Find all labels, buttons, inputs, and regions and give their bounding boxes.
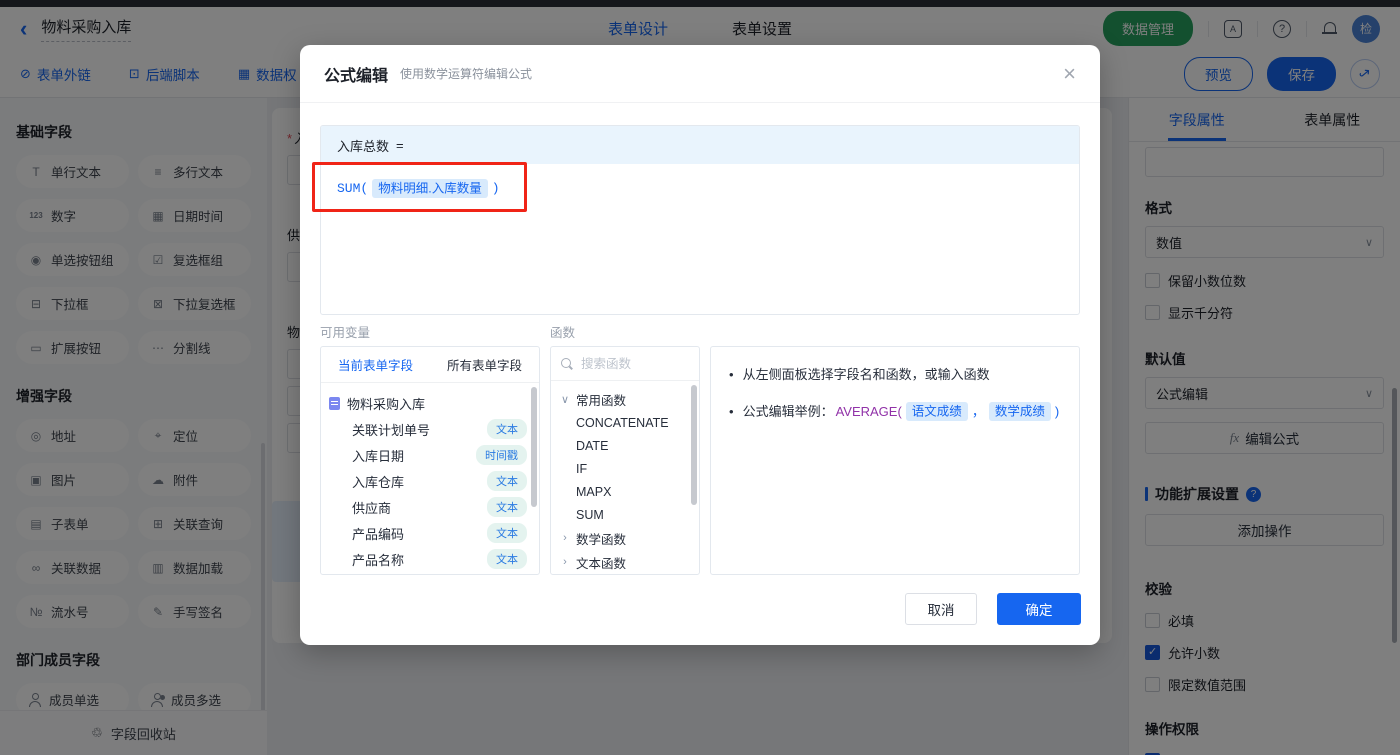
chevron-right-icon: › — [563, 556, 567, 568]
variable-row[interactable]: 关联计划单号 文本 — [329, 416, 531, 442]
bullet: • — [729, 403, 734, 419]
variables-scrollbar[interactable] — [531, 387, 537, 507]
modal-header: 公式编辑 使用数学运算符编辑公式 × — [300, 45, 1100, 103]
type-badge: 文本 — [487, 549, 527, 569]
modal-footer: 取消 确定 — [905, 593, 1081, 625]
variable-row[interactable]: 入库日期 时间戳 — [329, 442, 531, 468]
variables-tree: 物料采购入库 关联计划单号 文本 入库日期 时间戳 入库仓库 文本 供应商 文本 产品编… — [321, 383, 539, 574]
tab-all-form-fields[interactable]: 所有表单字段 — [430, 347, 539, 382]
tab-current-form-fields[interactable]: 当前表单字段 — [321, 347, 430, 382]
variable-row[interactable]: 产品编码 文本 — [329, 520, 531, 546]
modal-subtitle: 使用数学运算符编辑公式 — [400, 67, 533, 81]
cancel-button[interactable]: 取消 — [905, 593, 977, 625]
function-item[interactable]: IF — [560, 457, 690, 480]
formula-tips-panel: • 从左侧面板选择字段名和函数，或输入函数 • 公式编辑举例： AVERAGE(语文… — [710, 346, 1080, 575]
example-close-paren: ) — [1054, 403, 1060, 419]
type-badge: 文本 — [487, 471, 527, 491]
bullet: • — [729, 367, 734, 382]
variables-panel: 当前表单字段 所有表单字段 物料采购入库 关联计划单号 文本 入库日期 时间戳 入库… — [320, 346, 540, 575]
app-window: ‹ 物料采购入库 表单设计 表单设置 数据管理 A ? 检 ⊘表单外链 ⊡后端脚… — [0, 0, 1400, 755]
function-item[interactable]: MAPX — [560, 480, 690, 503]
formula-target-field: 入库总数 — [337, 138, 390, 154]
formula-editor: 入库总数 = SUM(物料明细.入库数量) — [320, 125, 1080, 315]
example-comma: ， — [971, 403, 985, 419]
type-badge: 文本 — [487, 497, 527, 517]
function-item[interactable]: CONCATENATE — [560, 411, 690, 434]
function-group-text[interactable]: › 文本函数 — [560, 550, 690, 574]
tree-root-form[interactable]: 物料采购入库 — [329, 390, 531, 416]
type-badge: 文本 — [487, 523, 527, 543]
modal-title: 公式编辑 — [324, 67, 389, 85]
confirm-button[interactable]: 确定 — [997, 593, 1081, 625]
function-group-math[interactable]: › 数学函数 — [560, 526, 690, 550]
variables-tabs: 当前表单字段 所有表单字段 — [321, 347, 539, 383]
tip-line: • 从左侧面板选择字段名和函数，或输入函数 — [729, 365, 1061, 385]
functions-scrollbar[interactable] — [691, 385, 697, 505]
chevron-right-icon: › — [563, 532, 567, 544]
function-group-common[interactable]: ∨ 常用函数 — [560, 387, 690, 411]
functions-label: 函数 — [550, 326, 576, 340]
example-field-token: 语文成绩 — [905, 402, 968, 421]
equals-sign: = — [396, 137, 404, 153]
variable-row[interactable]: 产品名称 文本 — [329, 546, 531, 572]
close-icon[interactable]: × — [1063, 62, 1076, 85]
variable-row[interactable]: 入库仓库 文本 — [329, 468, 531, 494]
function-item[interactable]: DATE — [560, 434, 690, 457]
example-function-name: AVERAGE( — [835, 403, 902, 419]
formula-field-token[interactable]: 物料明细.入库数量 — [372, 178, 488, 198]
variables-label: 可用变量 — [320, 326, 371, 340]
formula-target-bar: 入库总数 = — [321, 126, 1079, 164]
function-search-row — [551, 347, 699, 381]
variable-row[interactable]: 供应商 文本 — [329, 494, 531, 520]
function-item[interactable]: SUM — [560, 503, 690, 526]
formula-edit-modal: 公式编辑 使用数学运算符编辑公式 × 入库总数 = SUM(物料明细.入库数量)… — [300, 45, 1100, 645]
chevron-down-icon: ∨ — [560, 393, 570, 406]
functions-tree: ∨ 常用函数 CONCATENATE DATE IF MAPX SUM › 数学函数… — [551, 381, 699, 574]
example-field-token: 数学成绩 — [988, 402, 1051, 421]
type-badge: 文本 — [487, 419, 527, 439]
form-doc-icon — [329, 396, 340, 410]
formula-close-paren: ) — [491, 181, 500, 196]
search-icon — [561, 357, 574, 370]
tip-example-line: • 公式编辑举例： AVERAGE(语文成绩，数学成绩) — [729, 402, 1061, 422]
formula-function: SUM( — [337, 181, 369, 196]
type-badge: 时间戳 — [476, 445, 527, 465]
function-search-input[interactable] — [581, 356, 671, 371]
formula-input-area[interactable]: SUM(物料明细.入库数量) — [321, 164, 1079, 314]
functions-panel: ∨常用函数 CONCATENATE DATE IF MAPX SUM ›数学函数… — [550, 346, 700, 575]
